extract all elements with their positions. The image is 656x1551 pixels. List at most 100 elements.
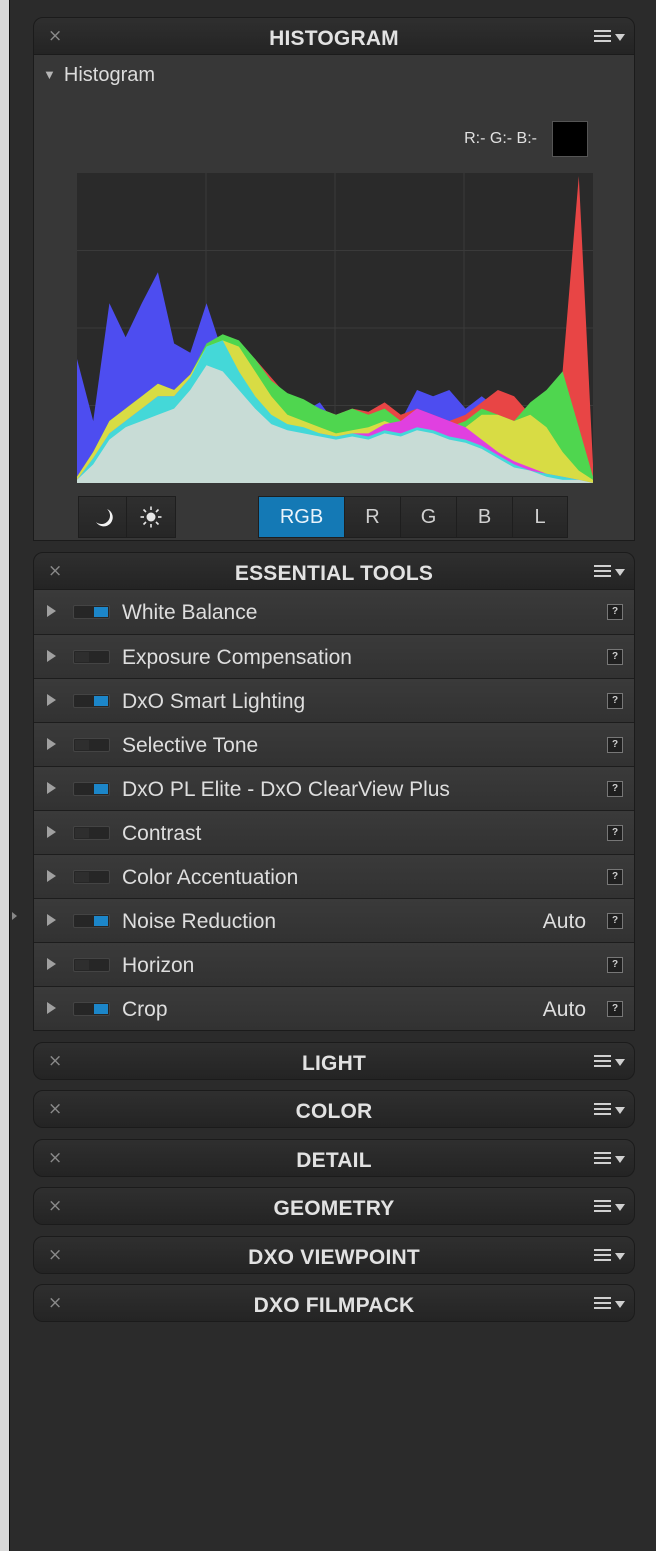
channel-button-b[interactable]: B: [457, 497, 513, 537]
enable-toggle[interactable]: [73, 694, 110, 708]
enable-toggle[interactable]: [73, 958, 110, 972]
panel-detail: × DETAIL: [33, 1138, 635, 1177]
moon-icon: [95, 509, 113, 527]
disclosure-right-icon[interactable]: [47, 958, 56, 970]
histogram-panel: × HISTOGRAM ▼ Histogram R:- G:- B:- RGB …: [33, 17, 635, 541]
subsection-label: Histogram: [63, 64, 156, 86]
disclosure-right-icon[interactable]: [47, 870, 56, 882]
enable-toggle[interactable]: [73, 605, 110, 619]
help-icon[interactable]: ?: [607, 737, 623, 753]
enable-toggle[interactable]: [73, 914, 110, 928]
enable-toggle[interactable]: [73, 738, 110, 752]
histogram-body: ▼ Histogram R:- G:- B:- RGB R G B L: [33, 55, 635, 541]
tool-label: Horizon: [122, 954, 195, 977]
help-icon[interactable]: ?: [607, 913, 623, 929]
enable-toggle[interactable]: [73, 826, 110, 840]
left-edge-strip: [0, 0, 10, 1551]
tool-row[interactable]: Noise Reduction Auto?: [34, 898, 634, 942]
rgb-readout: R:- G:- B:-: [464, 130, 537, 147]
help-icon[interactable]: ?: [607, 649, 623, 665]
tool-row[interactable]: Crop Auto?: [34, 986, 634, 1030]
panel-header[interactable]: × LIGHT: [33, 1042, 635, 1080]
panel-title: ESSENTIAL TOOLS: [234, 562, 434, 585]
tool-row[interactable]: DxO PL Elite - DxO ClearView Plus?: [34, 766, 634, 810]
panel-header[interactable]: × DXO VIEWPOINT: [33, 1235, 635, 1274]
tool-value: Auto: [542, 910, 586, 933]
light-mode-button[interactable]: [127, 497, 175, 537]
panel-header[interactable]: × DXO FILMPACK: [33, 1284, 635, 1322]
channel-buttons: RGB R G B L: [258, 496, 568, 538]
disclosure-right-icon[interactable]: [47, 914, 56, 926]
panel-dxo-viewpoint: × DXO VIEWPOINT: [33, 1235, 635, 1274]
disclosure-right-icon[interactable]: [47, 694, 56, 706]
panel-menu-icon[interactable]: [594, 1151, 628, 1167]
disclosure-down-icon: ▼: [43, 67, 56, 82]
tool-row[interactable]: Horizon?: [34, 942, 634, 986]
tool-row[interactable]: Selective Tone?: [34, 722, 634, 766]
essential-tools-panel: × ESSENTIAL TOOLS White Balance? Exposure…: [33, 552, 635, 1031]
help-icon[interactable]: ?: [607, 1001, 623, 1017]
panel-menu-icon[interactable]: [594, 1102, 628, 1118]
tool-value: Auto: [542, 998, 586, 1021]
help-icon[interactable]: ?: [607, 825, 623, 841]
panel-menu-icon[interactable]: [594, 1199, 628, 1215]
tool-label: Crop: [122, 998, 168, 1021]
tool-row[interactable]: DxO Smart Lighting?: [34, 678, 634, 722]
panel-title: DETAIL: [296, 1148, 372, 1172]
enable-toggle[interactable]: [73, 870, 110, 884]
help-icon[interactable]: ?: [607, 693, 623, 709]
tool-row[interactable]: Color Accentuation?: [34, 854, 634, 898]
panel-title: GEOMETRY: [273, 1197, 395, 1221]
display-mode-buttons: [78, 496, 176, 538]
help-icon[interactable]: ?: [607, 781, 623, 797]
tool-label: Color Accentuation: [122, 866, 299, 889]
expand-sidebar-arrow-icon[interactable]: [12, 912, 17, 920]
panel-menu-icon[interactable]: [594, 564, 628, 580]
panel-header[interactable]: × COLOR: [33, 1090, 635, 1129]
disclosure-right-icon[interactable]: [47, 650, 56, 662]
histogram-chart: [77, 173, 593, 483]
enable-toggle[interactable]: [73, 782, 110, 796]
panel-menu-icon[interactable]: [594, 1248, 628, 1264]
enable-toggle[interactable]: [73, 650, 110, 664]
tool-row[interactable]: Contrast?: [34, 810, 634, 854]
channel-button-l[interactable]: L: [513, 497, 567, 537]
channel-button-r[interactable]: R: [345, 497, 401, 537]
channel-button-rgb[interactable]: RGB: [259, 497, 345, 537]
tool-row[interactable]: Exposure Compensation?: [34, 634, 634, 678]
panel-title: DXO VIEWPOINT: [248, 1245, 420, 1269]
tool-label: DxO PL Elite - DxO ClearView Plus: [122, 778, 450, 801]
tool-row[interactable]: White Balance?: [34, 590, 634, 634]
disclosure-right-icon[interactable]: [47, 1002, 56, 1014]
tool-label: Contrast: [122, 822, 202, 845]
help-icon[interactable]: ?: [607, 957, 623, 973]
disclosure-right-icon[interactable]: [47, 826, 56, 838]
panel-menu-icon[interactable]: [594, 1054, 628, 1070]
histogram-subsection-toggle[interactable]: ▼ Histogram: [43, 64, 155, 87]
tool-label: Noise Reduction: [122, 910, 277, 933]
tool-label: Exposure Compensation: [122, 646, 352, 669]
channel-button-g[interactable]: G: [401, 497, 457, 537]
panel-header[interactable]: × DETAIL: [33, 1138, 635, 1177]
disclosure-right-icon[interactable]: [47, 605, 56, 617]
panel-dxo-filmpack: × DXO FILMPACK: [33, 1284, 635, 1322]
essential-tools-header[interactable]: × ESSENTIAL TOOLS: [33, 552, 635, 590]
tool-label: DxO Smart Lighting: [122, 690, 306, 713]
panel-title: HISTOGRAM: [269, 27, 399, 50]
enable-toggle[interactable]: [73, 1002, 110, 1016]
histogram-panel-header[interactable]: × HISTOGRAM: [33, 17, 635, 55]
panel-title: COLOR: [295, 1100, 373, 1124]
panel-menu-icon[interactable]: [594, 29, 628, 45]
sun-icon: [140, 506, 162, 528]
help-icon[interactable]: ?: [607, 869, 623, 885]
disclosure-right-icon[interactable]: [47, 738, 56, 750]
tool-label: Selective Tone: [122, 734, 259, 757]
disclosure-right-icon[interactable]: [47, 782, 56, 794]
dark-mode-button[interactable]: [79, 497, 128, 537]
panel-color: × COLOR: [33, 1090, 635, 1129]
panel-menu-icon[interactable]: [594, 1296, 628, 1312]
help-icon[interactable]: ?: [607, 604, 623, 620]
panel-header[interactable]: × GEOMETRY: [33, 1187, 635, 1226]
color-swatch: [552, 121, 588, 157]
panel-geometry: × GEOMETRY: [33, 1187, 635, 1226]
